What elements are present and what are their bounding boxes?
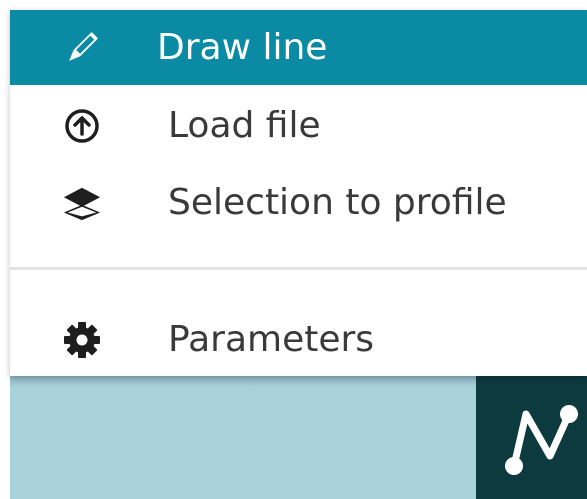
menu-divider [10, 267, 587, 270]
layers-icon [62, 183, 102, 223]
tools-menu: Draw line Load file Selection to profile [10, 10, 587, 376]
app-logo-button[interactable] [476, 376, 587, 499]
map-canvas[interactable] [10, 376, 476, 499]
pencil-icon [62, 28, 102, 68]
menu-item-label: Selection to profile [168, 182, 507, 223]
menu-item-parameters[interactable]: Parameters [10, 302, 587, 377]
menu-item-label: Draw line [157, 27, 328, 68]
upload-circle-icon [62, 106, 102, 146]
menu-item-draw-line[interactable]: Draw line [10, 10, 587, 85]
top-border [0, 0, 587, 10]
menu-item-label: Parameters [168, 319, 375, 360]
menu-shadow [10, 376, 476, 388]
network-n-icon [505, 405, 578, 475]
left-border [0, 0, 10, 499]
menu-item-load-file[interactable]: Load file [10, 88, 587, 163]
gear-icon [62, 320, 102, 360]
menu-item-selection-to-profile[interactable]: Selection to profile [10, 165, 587, 240]
menu-item-label: Load file [168, 105, 321, 146]
